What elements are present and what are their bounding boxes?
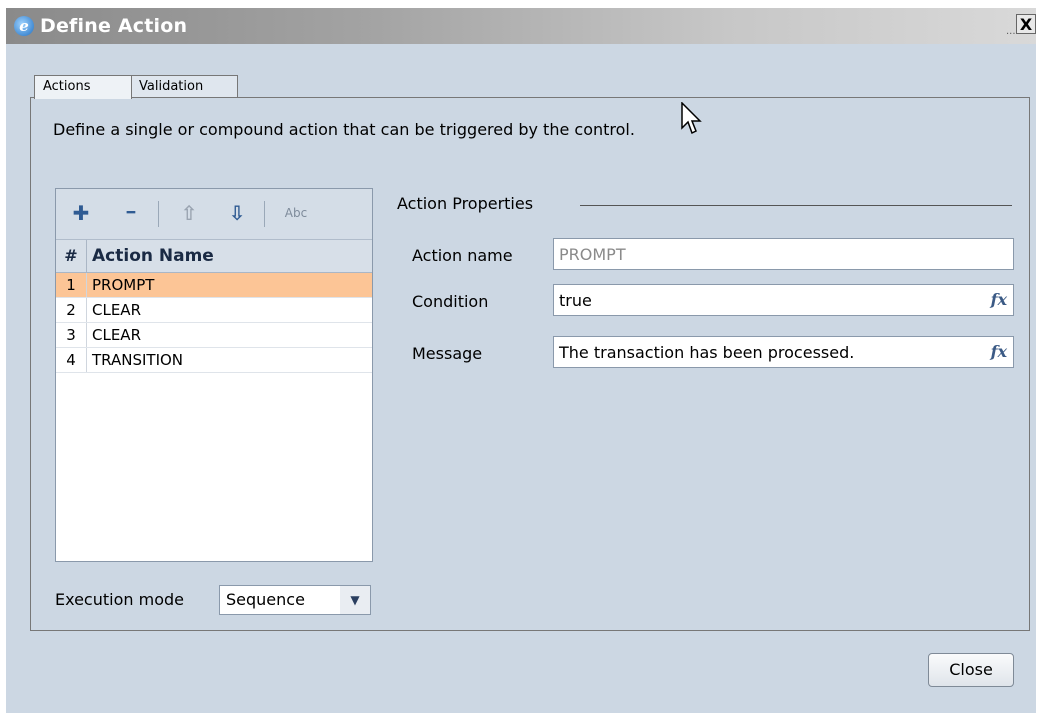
condition-field[interactable]: true fx [553,284,1014,316]
tab-validation[interactable]: Validation [130,75,238,97]
column-header-action-name[interactable]: Action Name [92,240,214,272]
execution-mode-select[interactable]: Sequence ▼ [219,585,371,615]
action-list: ✚ ━ ⇧ ⇩ Abc # Action Name 1 PROMPT 2 CLE… [55,188,373,562]
toolbar-separator [264,201,265,227]
row-number: 3 [56,323,87,347]
row-number: 4 [56,348,87,372]
add-action-icon[interactable]: ✚ [70,202,92,224]
move-down-icon[interactable]: ⇩ [226,202,248,224]
column-header-number[interactable]: # [56,240,87,272]
list-item[interactable]: 1 PROMPT [56,273,372,298]
list-header: # Action Name [56,240,372,273]
list-item[interactable]: 2 CLEAR [56,298,372,323]
row-number: 2 [56,298,87,322]
chevron-down-icon[interactable]: ▼ [340,586,370,614]
panel-description: Define a single or compound action that … [53,120,635,139]
row-action-name: PROMPT [92,276,155,294]
message-value: The transaction has been processed. [559,343,855,362]
browser-icon: e [14,16,34,36]
list-item[interactable]: 3 CLEAR [56,323,372,348]
message-field[interactable]: The transaction has been processed. fx [553,336,1014,368]
group-divider [580,205,1012,206]
tab-actions[interactable]: Actions [34,75,132,99]
close-button[interactable]: Close [928,653,1014,687]
action-list-toolbar: ✚ ━ ⇧ ⇩ Abc [56,189,372,240]
row-action-name: TRANSITION [92,351,184,369]
remove-action-icon[interactable]: ━ [120,202,142,224]
title-ellipsis: ... [1006,26,1016,37]
rename-icon[interactable]: Abc [276,202,316,224]
dialog-title: Define Action [40,15,188,37]
action-name-field[interactable]: PROMPT [553,238,1014,270]
message-label: Message [412,344,483,363]
row-action-name: CLEAR [92,301,141,319]
toolbar-separator [158,201,159,227]
condition-value: true [559,291,592,310]
list-item[interactable]: 4 TRANSITION [56,348,372,373]
formula-icon[interactable]: fx [991,342,1007,361]
action-name-label: Action name [412,246,513,265]
close-icon[interactable]: X [1016,14,1036,34]
mouse-cursor-icon [681,102,702,135]
action-name-value: PROMPT [559,245,626,264]
execution-mode-label: Execution mode [55,590,184,609]
row-number: 1 [56,273,87,297]
move-up-icon[interactable]: ⇧ [178,202,200,224]
title-bar[interactable]: e Define Action ... X [6,8,1036,44]
execution-mode-value: Sequence [226,590,305,609]
condition-label: Condition [412,292,489,311]
action-properties-title: Action Properties [397,194,542,213]
formula-icon[interactable]: fx [991,290,1007,309]
row-action-name: CLEAR [92,326,141,344]
